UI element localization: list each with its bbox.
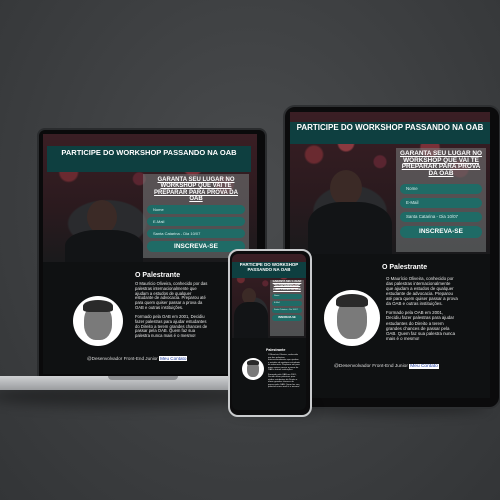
laptop-notch [108, 376, 178, 380]
speaker-bio: O Maurício Oliveira, conhecido por das p… [268, 354, 300, 389]
date-select[interactable]: Santa Catarina - Dia 10/07 [147, 229, 245, 239]
laptop-screen: PARTICIPE DO WORKSHOP PASSANDO NA OAB GA… [43, 134, 257, 374]
bio-paragraph-2: Formado pela OAB em 2001, Decidiu fazer … [268, 373, 300, 389]
banner-title: PARTICIPE DO WORKSHOP PASSANDO NA OAB [290, 122, 490, 144]
footer-text: @Desenvolvador Front-End Junior [87, 356, 158, 361]
name-field[interactable]: Nome [272, 293, 302, 299]
subscribe-button[interactable]: INSCREVA-SE [272, 314, 302, 321]
date-select[interactable]: Santa Catarina - Dia 10/07 [272, 307, 302, 313]
footer: @Desenvolvador Front-End Junior Meu Cont… [334, 364, 439, 369]
bio-paragraph-2: Formado pela OAB em 2001, Decidiu fazer … [135, 313, 208, 339]
name-field[interactable]: Nome [147, 205, 245, 215]
speaker-heading: Palestrante [266, 348, 286, 352]
speaker-avatar [324, 290, 380, 346]
speaker-bio: O Maurício Oliveira, conhecido por das p… [135, 281, 209, 339]
hair [336, 294, 368, 307]
date-select[interactable]: Santa Catarina - Dia 10/07 [400, 211, 482, 222]
phone-screen: PARTICIPE DO WORKSHOP PASSANDO NA OAB GA… [232, 254, 306, 410]
form-title: GARANTA SEU LUGAR NO WORKSHOP QUE VAI TE… [154, 177, 238, 202]
speaker-heading: O Palestrante [135, 272, 181, 279]
footer: @Desenvolvador Front-End Junior Meu Cont… [87, 356, 188, 361]
email-field[interactable]: E-Mail [400, 197, 482, 208]
speaker-head [330, 170, 362, 206]
bio-paragraph-1: O Maurício Oliveira, conhecido por das p… [386, 276, 458, 307]
bio-paragraph-2: Formado pela OAB em 2001, Decidiu fazer … [386, 310, 456, 341]
banner-title: PARTICIPE DO WORKSHOP PASSANDO NA OAB [232, 262, 306, 278]
tablet-screen: PARTICIPE DO WORKSHOP PASSANDO NA OAB GA… [290, 112, 490, 398]
speaker-head [87, 200, 117, 234]
footer-text: @Desenvolvador Front-End Junior [334, 364, 408, 369]
subscribe-button[interactable]: INSCREVA-SE [147, 241, 245, 253]
speaker-heading: O Palestrante [382, 264, 428, 271]
hair [83, 300, 113, 312]
email-field[interactable]: E-Mail [272, 300, 302, 306]
signup-form: GARANTA SEU LUGAR NO WORKSHOP QUE VAI TE… [143, 174, 249, 258]
contact-link[interactable]: Meu Contato [409, 364, 439, 369]
form-title: GARANTA SEU LUGAR NO WORKSHOP QUE VAI TE… [400, 150, 483, 178]
subscribe-button[interactable]: INSCREVA-SE [400, 225, 482, 238]
speaker-bio: O Maurício Oliveira, conhecido por das p… [386, 276, 458, 341]
form-title: GARANTA SEU LUGAR NO WORKSHOP QUE VAI TE… [272, 280, 302, 292]
email-field[interactable]: E-Mail [147, 217, 245, 227]
speaker-body [308, 202, 392, 254]
hair [247, 360, 259, 365]
signup-form: GARANTA SEU LUGAR NO WORKSHOP QUE VAI TE… [396, 148, 486, 252]
banner-title: PARTICIPE DO WORKSHOP PASSANDO NA OAB [47, 146, 251, 172]
bio-paragraph-1: O Maurício Oliveira, conhecido por das p… [268, 354, 300, 372]
speaker-avatar [242, 358, 264, 380]
bio-paragraph-1: O Maurício Oliveira, conhecido por das p… [135, 281, 208, 311]
name-field[interactable]: Nome [400, 183, 482, 194]
contact-link[interactable]: Meu Contato [159, 356, 188, 361]
speaker-avatar [73, 296, 123, 346]
speaker-body [234, 302, 268, 338]
speaker-body [65, 230, 143, 262]
signup-form: GARANTA SEU LUGAR NO WORKSHOP QUE VAI TE… [270, 280, 304, 336]
